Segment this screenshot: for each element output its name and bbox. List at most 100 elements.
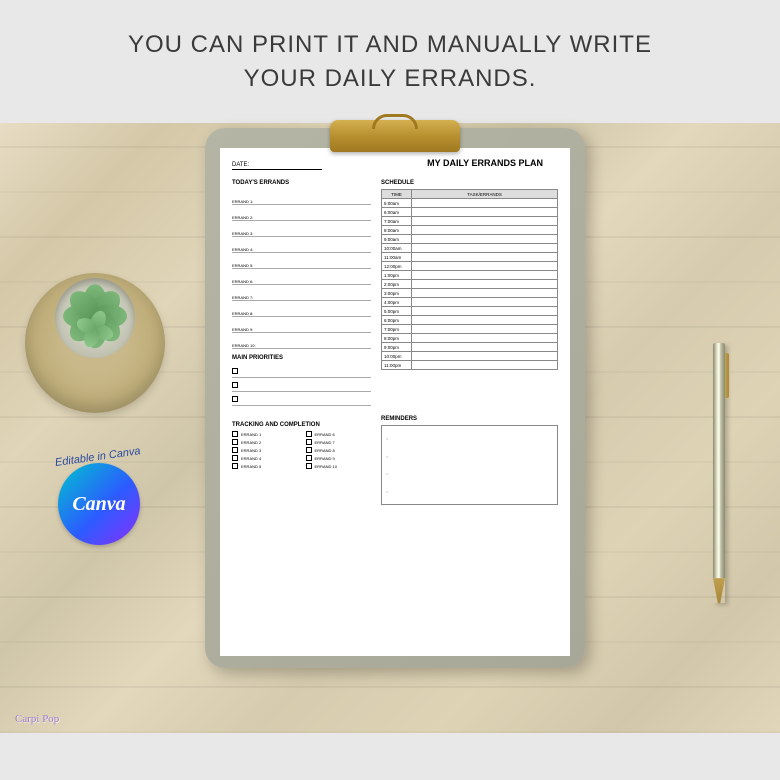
schedule-header-time: TIME (382, 190, 412, 199)
checkbox-icon (306, 431, 312, 437)
checkbox-icon (232, 447, 238, 453)
schedule-task-cell (412, 235, 558, 244)
schedule-task-cell (412, 244, 558, 253)
schedule-time-cell: 6:00am (382, 208, 412, 217)
schedule-time-cell: 10:00pm (382, 352, 412, 361)
schedule-row: 10:00pm (382, 352, 558, 361)
reminders-box: ○ ○ ○ ○ (381, 425, 558, 505)
schedule-header-task: TASK/ERRANDS (412, 190, 558, 199)
tracking-item: ERRAND 9 (306, 455, 372, 461)
errand-line: ERRAND 1: (232, 189, 371, 205)
schedule-row: 10:00am (382, 244, 558, 253)
schedule-time-cell: 8:00am (382, 226, 412, 235)
promo-headline: YOU CAN PRINT IT AND MANUALLY WRITE YOUR… (0, 0, 780, 123)
errand-line: ERRAND 10: (232, 333, 371, 349)
errand-line: ERRAND 3: (232, 221, 371, 237)
schedule-task-cell (412, 325, 558, 334)
headline-line1: YOU CAN PRINT IT AND MANUALLY WRITE (20, 28, 760, 62)
checkbox-icon (232, 368, 238, 374)
tracking-title: TRACKING AND COMPLETION (232, 422, 371, 428)
schedule-time-cell: 3:00pm (382, 289, 412, 298)
canva-logo-text: Canva (72, 493, 125, 516)
schedule-row: 9:00am (382, 235, 558, 244)
pen (713, 343, 725, 603)
tracking-item: ERRAND 10 (306, 463, 372, 469)
plan-title: MY DAILY ERRANDS PLAN (427, 158, 543, 168)
schedule-task-cell (412, 361, 558, 370)
priority-line (232, 392, 371, 406)
tracking-item: ERRAND 3 (232, 447, 298, 453)
tracking-label: ERRAND 5 (241, 464, 261, 469)
errand-line: ERRAND 6: (232, 269, 371, 285)
schedule-task-cell (412, 343, 558, 352)
tracking-item: ERRAND 6 (306, 431, 372, 437)
tracking-item: ERRAND 4 (232, 455, 298, 461)
priority-line (232, 364, 371, 378)
reminders-title: REMINDERS (381, 416, 558, 422)
errand-line: ERRAND 9: (232, 317, 371, 333)
checkbox-icon (306, 455, 312, 461)
clipboard-clip (330, 120, 460, 152)
schedule-time-cell: 7:00pm (382, 325, 412, 334)
tracking-label: ERRAND 6 (315, 432, 335, 437)
schedule-time-cell: 10:00am (382, 244, 412, 253)
errand-line: ERRAND 8: (232, 301, 371, 317)
schedule-time-cell: 9:00am (382, 235, 412, 244)
checkbox-icon (306, 463, 312, 469)
planner-sheet: DATE: MY DAILY ERRANDS PLAN TODAY'S ERRA… (220, 148, 570, 656)
schedule-row: 12:00pm (382, 262, 558, 271)
schedule-time-cell: 5:00am (382, 199, 412, 208)
schedule-row: 7:00am (382, 217, 558, 226)
todays-errands-title: TODAY'S ERRANDS (232, 180, 371, 186)
schedule-time-cell: 6:00pm (382, 316, 412, 325)
clipboard: DATE: MY DAILY ERRANDS PLAN TODAY'S ERRA… (205, 128, 585, 668)
schedule-row: 8:00am (382, 226, 558, 235)
watermark: Carpi Pop (15, 713, 59, 725)
errand-line: ERRAND 7: (232, 285, 371, 301)
schedule-time-cell: 2:00pm (382, 280, 412, 289)
schedule-time-cell: 8:00pm (382, 334, 412, 343)
schedule-time-cell: 11:00pm (382, 361, 412, 370)
errand-line: ERRAND 4: (232, 237, 371, 253)
checkbox-icon (306, 447, 312, 453)
tracking-label: ERRAND 2 (241, 440, 261, 445)
schedule-task-cell (412, 352, 558, 361)
tracking-label: ERRAND 9 (315, 456, 335, 461)
schedule-task-cell (412, 208, 558, 217)
schedule-task-cell (412, 307, 558, 316)
errand-line: ERRAND 5: (232, 253, 371, 269)
tracking-item: ERRAND 7 (306, 439, 372, 445)
checkbox-icon (232, 455, 238, 461)
errand-line: ERRAND 2: (232, 205, 371, 221)
schedule-task-cell (412, 226, 558, 235)
checkbox-icon (232, 382, 238, 388)
schedule-row: 5:00am (382, 199, 558, 208)
tracking-label: ERRAND 3 (241, 448, 261, 453)
main-priorities-title: MAIN PRIORITIES (232, 355, 371, 361)
schedule-row: 6:00am (382, 208, 558, 217)
schedule-table: TIME TASK/ERRANDS 5:00am6:00am7:00am8:00… (381, 189, 558, 370)
schedule-task-cell (412, 199, 558, 208)
schedule-task-cell (412, 334, 558, 343)
canva-badge-icon: Canva (58, 463, 140, 545)
tracking-item: ERRAND 8 (306, 447, 372, 453)
schedule-row: 11:00pm (382, 361, 558, 370)
schedule-time-cell: 4:00pm (382, 298, 412, 307)
tracking-label: ERRAND 7 (315, 440, 335, 445)
schedule-row: 3:00pm (382, 289, 558, 298)
schedule-task-cell (412, 316, 558, 325)
schedule-row: 4:00pm (382, 298, 558, 307)
schedule-row: 9:00pm (382, 343, 558, 352)
schedule-time-cell: 9:00pm (382, 343, 412, 352)
desk-scene: Editable in Canva Canva DATE: MY DAILY E… (0, 123, 780, 733)
tracking-item: ERRAND 2 (232, 439, 298, 445)
tracking-label: ERRAND 8 (315, 448, 335, 453)
schedule-row: 7:00pm (382, 325, 558, 334)
schedule-row: 11:00am (382, 253, 558, 262)
schedule-task-cell (412, 262, 558, 271)
tracking-label: ERRAND 1 (241, 432, 261, 437)
schedule-title: SCHEDULE (381, 180, 558, 186)
schedule-task-cell (412, 289, 558, 298)
schedule-time-cell: 12:00pm (382, 262, 412, 271)
schedule-row: 5:00pm (382, 307, 558, 316)
